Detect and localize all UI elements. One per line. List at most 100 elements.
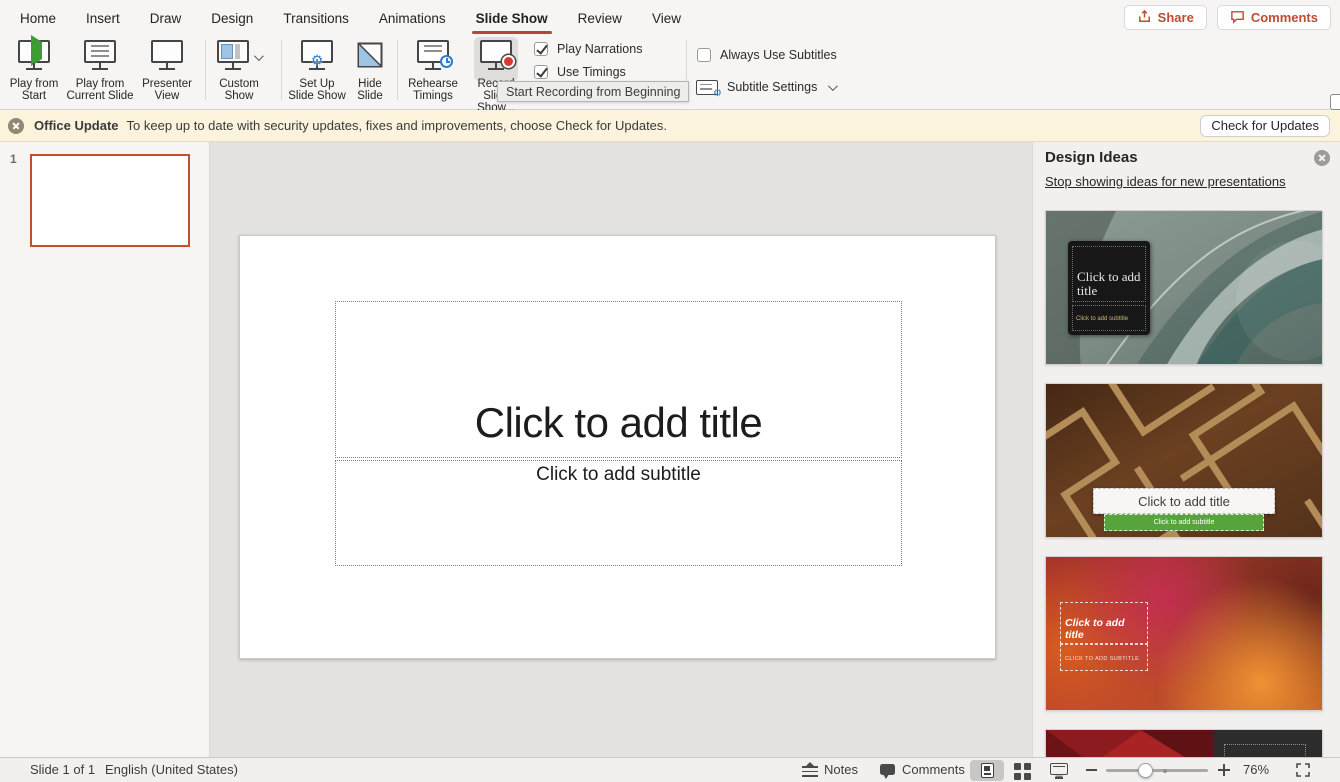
subtitle-settings-icon: ⚙ xyxy=(696,80,718,95)
ribbon-tab-bar: Home Insert Draw Design Transitions Anim… xyxy=(0,0,1340,36)
tab-animations[interactable]: Animations xyxy=(377,7,448,30)
powerpoint-window: Home Insert Draw Design Transitions Anim… xyxy=(0,0,1340,782)
ribbon-tabs: Home Insert Draw Design Transitions Anim… xyxy=(10,0,683,36)
comments-label: Comments xyxy=(1251,10,1318,25)
zoom-level[interactable]: 76% xyxy=(1243,762,1269,777)
comments-button[interactable]: Comments xyxy=(1217,5,1331,30)
share-icon xyxy=(1137,9,1152,27)
tab-view[interactable]: View xyxy=(650,7,683,30)
ribbon-overflow-icon xyxy=(1330,94,1340,110)
tab-design[interactable]: Design xyxy=(209,7,255,30)
play-narrations-label: Play Narrations xyxy=(557,42,642,56)
record-tooltip: Start Recording from Beginning xyxy=(497,81,689,102)
check-for-updates-button[interactable]: Check for Updates xyxy=(1200,115,1330,137)
ribbon-separator xyxy=(205,40,206,100)
comments-icon xyxy=(1230,9,1245,27)
slideshow-view-button[interactable] xyxy=(1050,763,1068,775)
share-label: Share xyxy=(1158,10,1194,25)
chevron-down-icon xyxy=(254,51,264,61)
teal-title-box: Click to addtitle xyxy=(1072,246,1146,302)
zoom-out-button[interactable] xyxy=(1086,769,1097,771)
tab-insert[interactable]: Insert xyxy=(84,7,122,30)
always-use-subtitles-label: Always Use Subtitles xyxy=(720,48,837,62)
subtitle-placeholder-text: Click to add subtitle xyxy=(536,464,701,486)
subtitle-settings-label: Subtitle Settings xyxy=(727,80,817,94)
play-narrations-checkbox[interactable] xyxy=(534,42,548,56)
update-bar-close-icon[interactable] xyxy=(8,118,24,134)
custom-show-button[interactable]: CustomShow xyxy=(208,38,270,106)
rehearse-timings-button[interactable]: RehearseTimings xyxy=(403,38,463,106)
current-slide[interactable]: Click to add title Click to add subtitle xyxy=(239,235,996,659)
design-thumbnail-wooden-maze[interactable]: Click to add title Click to add subtitle xyxy=(1045,383,1323,538)
slide-counter: Slide 1 of 1 xyxy=(30,762,95,777)
subtitle-placeholder[interactable]: Click to add subtitle xyxy=(335,460,902,566)
custom-show-icon xyxy=(217,40,249,63)
use-timings-checkbox[interactable] xyxy=(534,65,548,79)
fit-slide-to-window-icon[interactable] xyxy=(1295,762,1311,778)
set-up-slide-show-button[interactable]: ⚙ Set UpSlide Show xyxy=(285,38,349,106)
notes-icon xyxy=(802,764,818,777)
maze-title-banner: Click to add title xyxy=(1093,488,1275,514)
design-ideas-panel: Design Ideas Stop showing ideas for new … xyxy=(1032,142,1340,757)
always-use-subtitles-checkbox[interactable] xyxy=(697,48,711,62)
notes-toggle[interactable]: Notes xyxy=(824,762,858,777)
design-thumbnail-dark-red-geometric[interactable] xyxy=(1045,729,1323,757)
tab-transitions[interactable]: Transitions xyxy=(281,7,351,30)
update-bar-title: Office Update xyxy=(34,118,119,133)
slide-thumbnail-panel: 1 xyxy=(0,142,210,757)
zoom-slider-track[interactable] xyxy=(1106,769,1208,772)
slide-canvas: Click to add title Click to add subtitle xyxy=(210,142,1032,757)
tab-home[interactable]: Home xyxy=(18,7,58,30)
use-timings-label: Use Timings xyxy=(557,65,626,79)
play-from-start-icon xyxy=(18,40,50,63)
always-use-subtitles-checkbox-row[interactable]: Always Use Subtitles xyxy=(697,47,837,63)
geometric-title-box xyxy=(1224,744,1306,757)
top-actions: Share Comments xyxy=(1124,5,1331,30)
play-from-current-slide-button[interactable]: Play fromCurrent Slide xyxy=(62,38,138,106)
ribbon-separator xyxy=(281,40,282,100)
comments-status-icon xyxy=(880,764,895,775)
zoom-in-button[interactable] xyxy=(1218,764,1230,776)
teal-subtitle-box: Click to add subtitle xyxy=(1072,305,1146,331)
subtitle-settings-button[interactable]: ⚙ Subtitle Settings xyxy=(696,79,835,95)
presenter-view-icon xyxy=(151,40,183,63)
design-thumbnail-orange-bokeh[interactable]: Click to add title CLICK TO ADD SUBTITLE xyxy=(1045,556,1323,711)
design-thumbnail-teal-abstract[interactable]: Click to addtitle Click to add subtitle xyxy=(1045,210,1323,365)
teal-title-panel: Click to addtitle Click to add subtitle xyxy=(1068,241,1150,335)
play-narrations-checkbox-row[interactable]: Play Narrations xyxy=(534,41,642,57)
hide-slide-button[interactable]: HideSlide xyxy=(350,38,390,106)
tab-draw[interactable]: Draw xyxy=(148,7,184,30)
share-button[interactable]: Share xyxy=(1124,5,1207,30)
zoom-slider-tick xyxy=(1163,769,1167,773)
slide-number: 1 xyxy=(10,152,17,166)
maze-subtitle-banner: Click to add subtitle xyxy=(1104,514,1264,531)
tab-review[interactable]: Review xyxy=(576,7,624,30)
title-placeholder[interactable]: Click to add title xyxy=(335,301,902,458)
use-timings-checkbox-row[interactable]: Use Timings xyxy=(534,64,626,80)
play-from-current-slide-icon xyxy=(84,40,116,63)
comments-toggle[interactable]: Comments xyxy=(902,762,965,777)
design-ideas-close-icon[interactable] xyxy=(1314,150,1330,166)
normal-view-icon xyxy=(981,763,994,778)
rehearse-timings-icon xyxy=(417,40,449,63)
bokeh-title-box: Click to add title xyxy=(1060,602,1148,644)
ribbon-slide-show: Play fromStart Play fromCurrent Slide Pr… xyxy=(0,36,1340,110)
presenter-view-button[interactable]: PresenterView xyxy=(137,38,197,106)
ribbon-separator xyxy=(397,40,398,100)
zoom-slider-knob[interactable] xyxy=(1138,763,1153,778)
play-from-start-button[interactable]: Play fromStart xyxy=(4,38,64,106)
chevron-down-icon xyxy=(828,81,838,91)
tab-slide-show[interactable]: Slide Show xyxy=(474,7,550,30)
normal-view-button[interactable] xyxy=(970,760,1004,781)
set-up-slide-show-icon: ⚙ xyxy=(301,40,333,63)
status-bar: Slide 1 of 1 English (United States) Not… xyxy=(0,757,1340,782)
language-indicator[interactable]: English (United States) xyxy=(105,762,238,777)
office-update-bar: Office Update To keep up to date with se… xyxy=(0,110,1340,142)
slide-sorter-view-button[interactable] xyxy=(1014,763,1031,780)
stop-showing-ideas-link[interactable]: Stop showing ideas for new presentations xyxy=(1045,174,1286,189)
bokeh-subtitle-box: CLICK TO ADD SUBTITLE xyxy=(1060,644,1148,671)
record-slide-show-icon xyxy=(480,40,512,63)
slide-1-thumbnail[interactable] xyxy=(30,154,190,247)
update-bar-message: To keep up to date with security updates… xyxy=(127,118,668,133)
design-ideas-title: Design Ideas xyxy=(1045,149,1138,166)
